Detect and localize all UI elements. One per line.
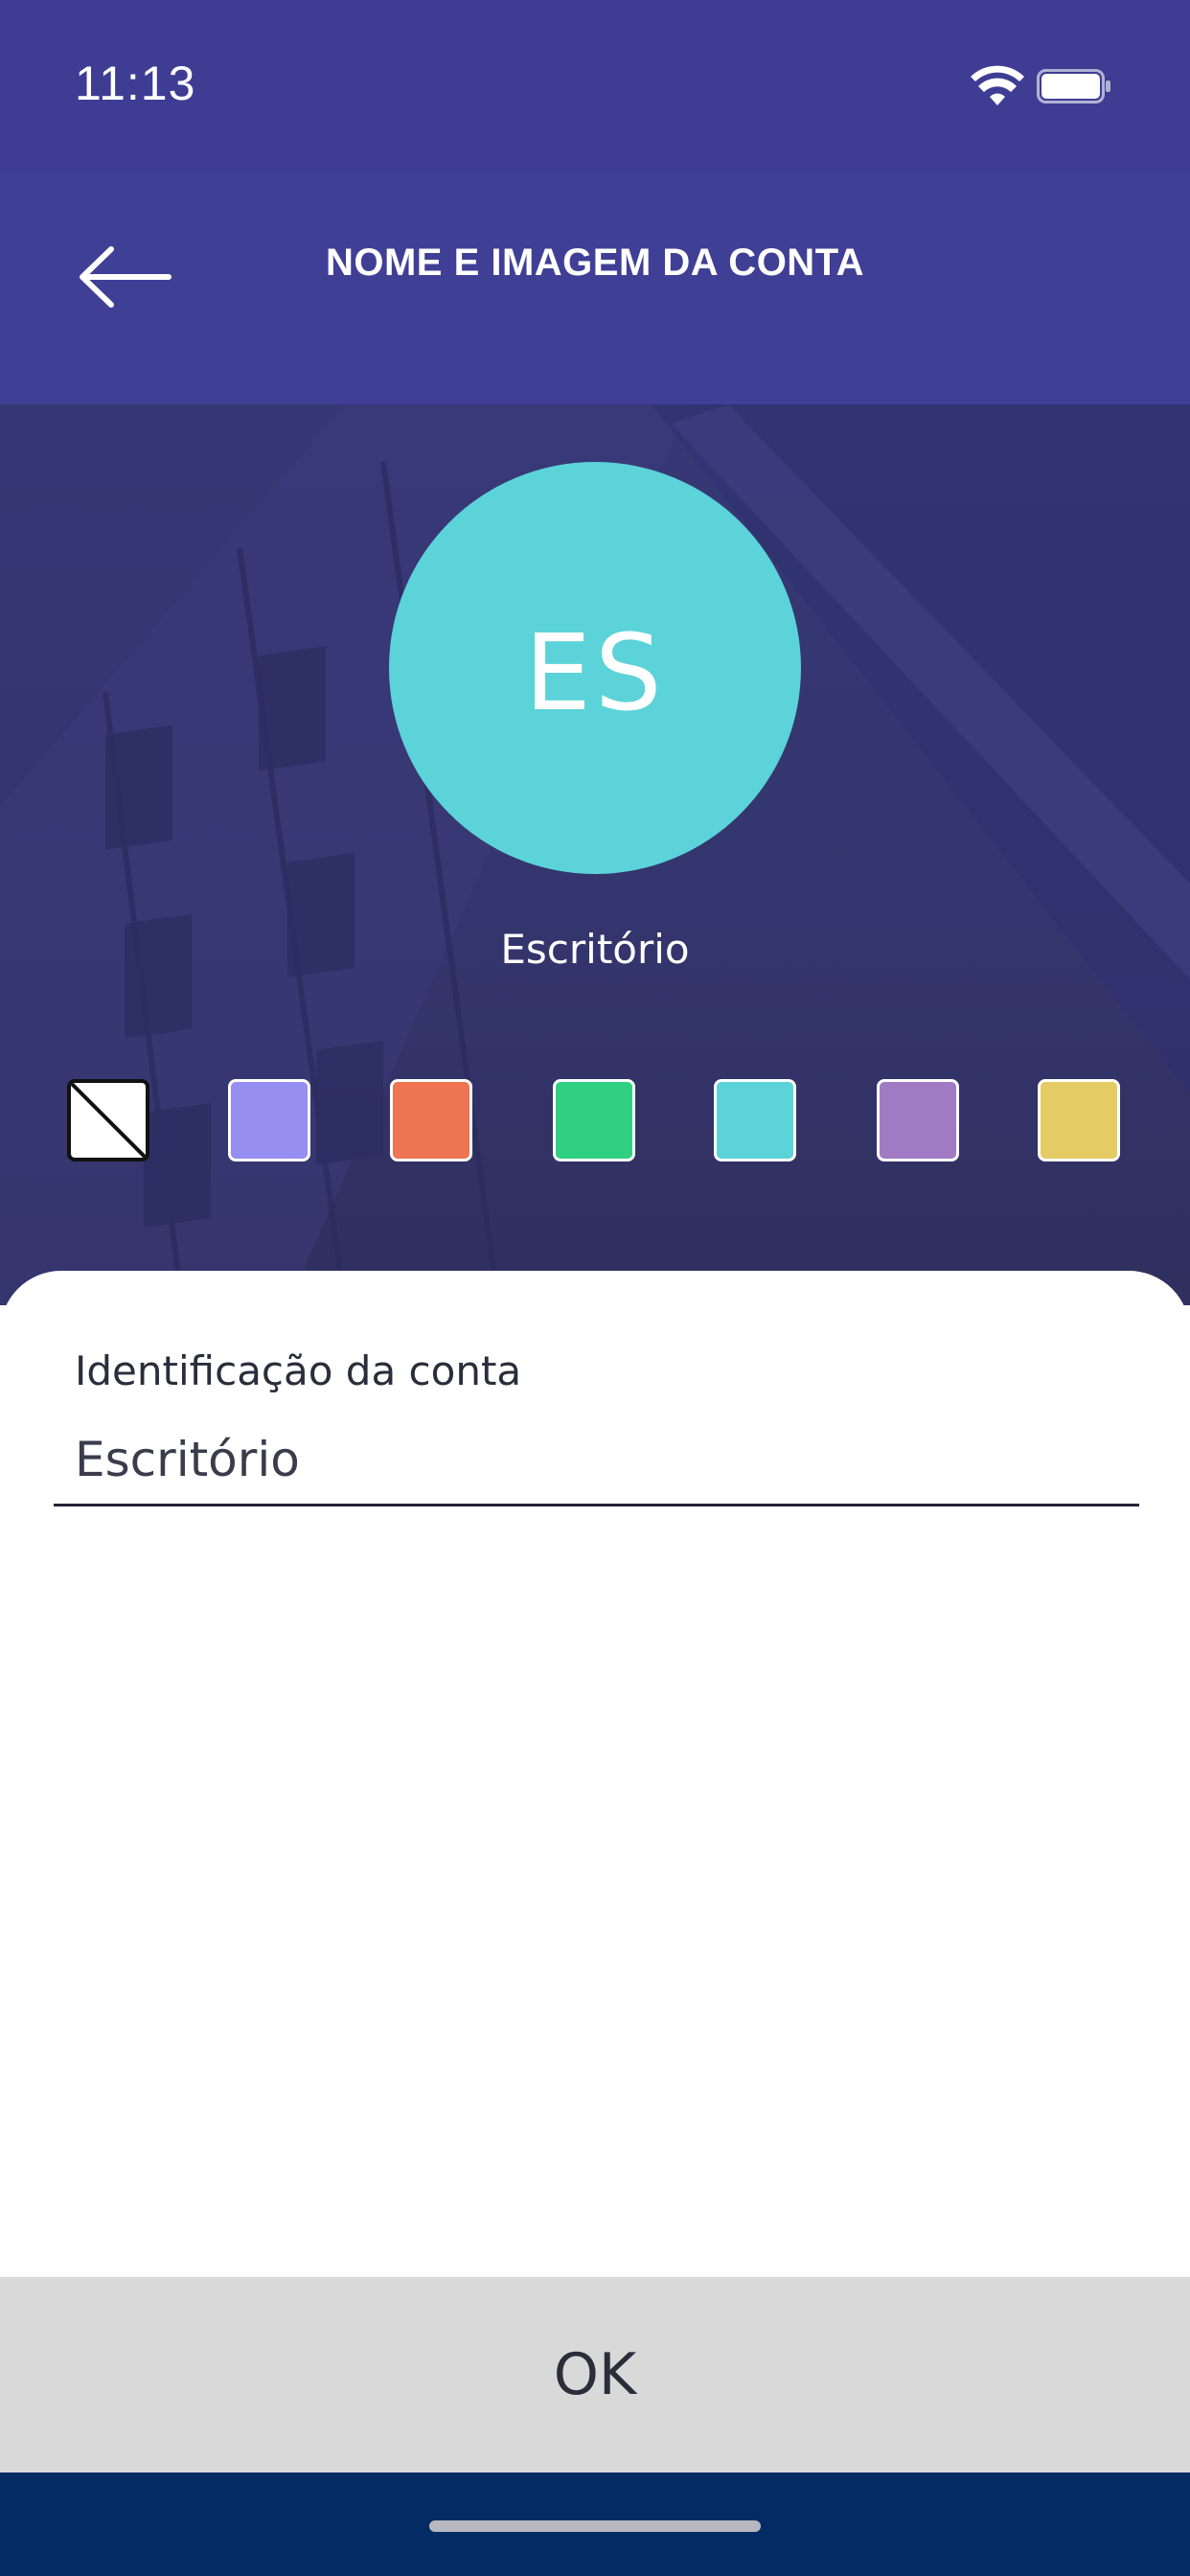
account-name-label: Escritório bbox=[500, 926, 690, 973]
no-color-icon bbox=[71, 1083, 146, 1158]
hero-background: ES Escritório bbox=[0, 404, 1190, 1305]
page-title: NOME E IMAGEM DA CONTA bbox=[325, 242, 865, 284]
home-bar-area bbox=[0, 2472, 1190, 2576]
color-swatch-none[interactable] bbox=[67, 1079, 149, 1162]
account-id-input[interactable] bbox=[54, 1424, 1139, 1506]
avatar-initials: ES bbox=[524, 611, 666, 734]
home-indicator[interactable] bbox=[429, 2520, 761, 2532]
color-swatch-coral[interactable] bbox=[390, 1079, 472, 1162]
ok-button[interactable]: OK bbox=[0, 2277, 1190, 2472]
status-bar: 11:13 bbox=[0, 0, 1190, 172]
color-swatch-green[interactable] bbox=[553, 1079, 635, 1162]
color-swatch-cyan[interactable] bbox=[714, 1079, 796, 1162]
color-swatch-yellow[interactable] bbox=[1038, 1079, 1120, 1162]
color-swatch-purple[interactable] bbox=[877, 1079, 959, 1162]
header: NOME E IMAGEM DA CONTA bbox=[0, 172, 1190, 404]
account-id-label: Identificação da conta bbox=[75, 1347, 522, 1394]
form-sheet: Identificação da conta bbox=[0, 1271, 1190, 2277]
battery-icon bbox=[1037, 69, 1110, 104]
status-time: 11:13 bbox=[75, 57, 196, 110]
avatar: ES bbox=[389, 462, 801, 874]
wifi-icon bbox=[971, 65, 1024, 105]
color-swatch-lavender[interactable] bbox=[228, 1079, 310, 1162]
